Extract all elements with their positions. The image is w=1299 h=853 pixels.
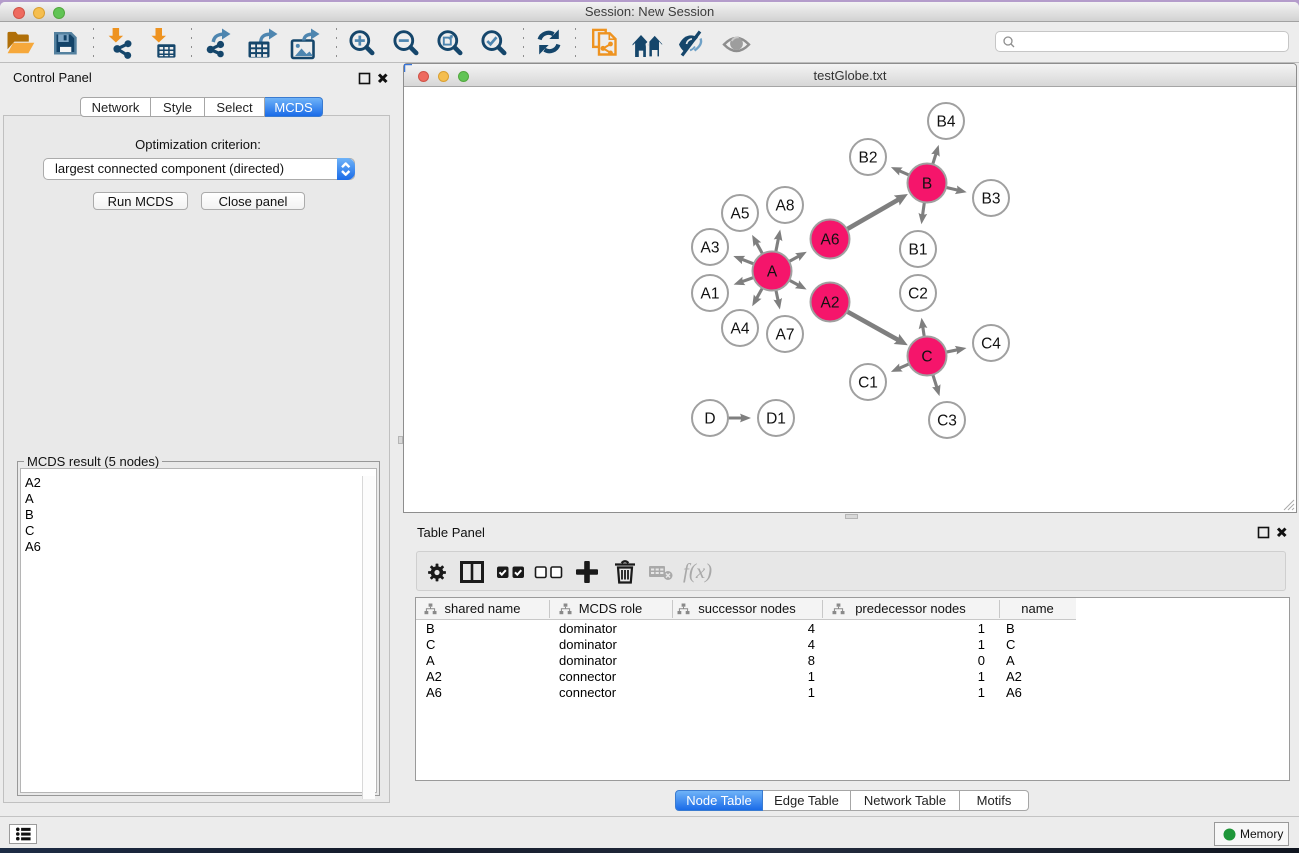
- svg-text:B4: B4: [937, 114, 956, 131]
- svg-text:A6: A6: [821, 232, 840, 249]
- svg-text:A4: A4: [731, 321, 750, 338]
- svg-text:B: B: [922, 176, 932, 193]
- svg-text:C4: C4: [981, 336, 1001, 353]
- svg-text:D: D: [704, 411, 715, 428]
- svg-text:C1: C1: [858, 375, 878, 392]
- svg-text:A3: A3: [701, 240, 720, 257]
- svg-text:B2: B2: [859, 150, 878, 167]
- svg-text:B1: B1: [909, 242, 928, 259]
- svg-text:C: C: [921, 349, 932, 366]
- svg-text:C2: C2: [908, 286, 928, 303]
- svg-text:A: A: [767, 264, 778, 281]
- svg-text:B3: B3: [982, 191, 1001, 208]
- svg-text:A7: A7: [776, 327, 795, 344]
- svg-text:A8: A8: [776, 198, 795, 215]
- svg-text:D1: D1: [766, 411, 786, 428]
- svg-text:C3: C3: [937, 413, 957, 430]
- svg-text:A2: A2: [821, 295, 840, 312]
- svg-text:A5: A5: [731, 206, 750, 223]
- svg-text:A1: A1: [701, 286, 720, 303]
